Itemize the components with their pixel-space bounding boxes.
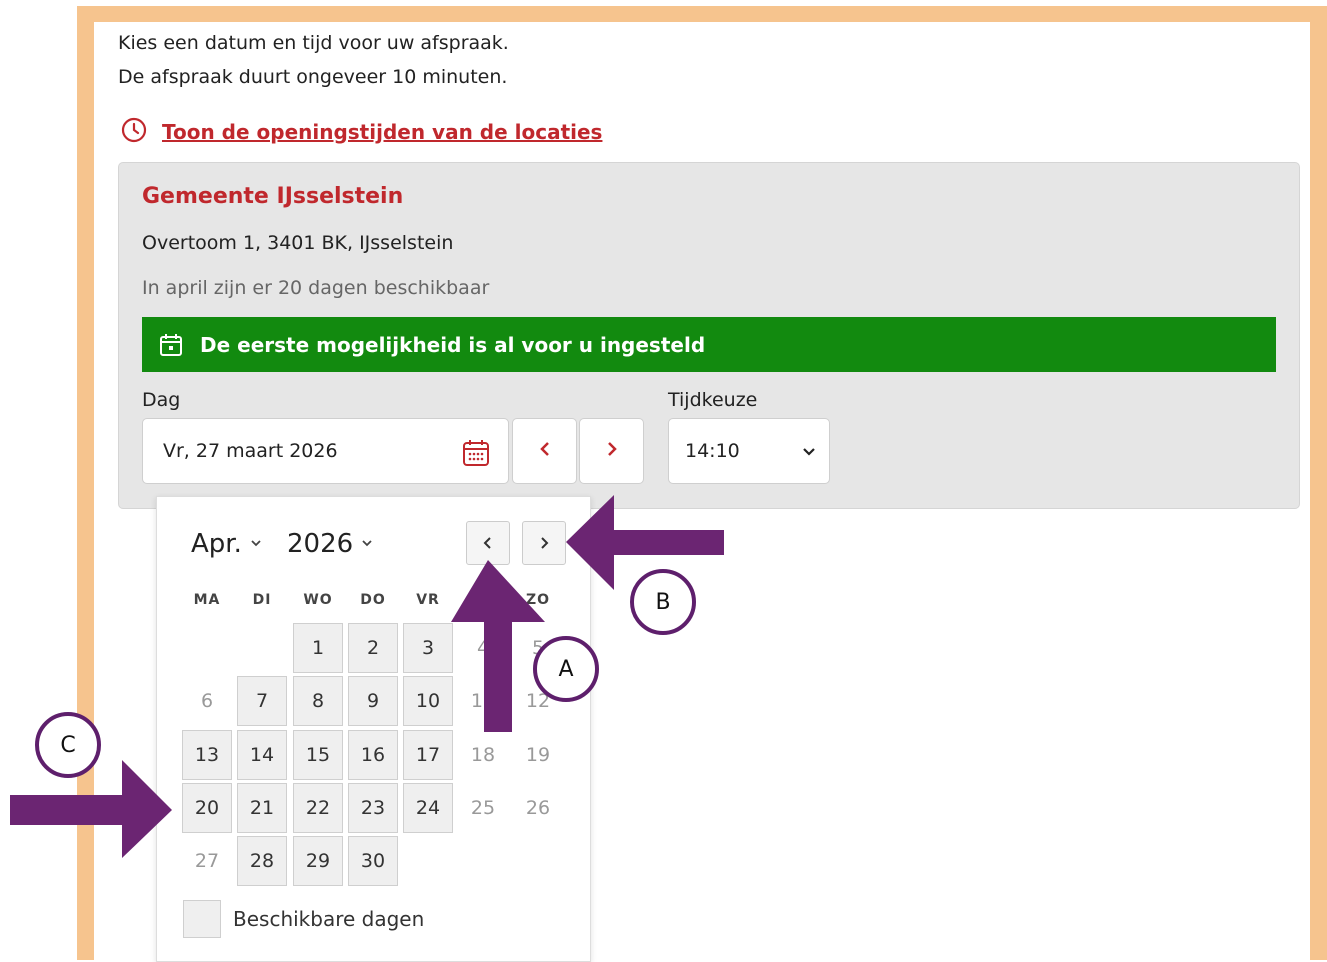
- annotation-label-a: A: [533, 636, 599, 702]
- annotation-arrows: [10, 495, 724, 858]
- arrow-a: [451, 560, 545, 732]
- arrow-c: [10, 760, 172, 858]
- annotation-label-c: C: [35, 712, 101, 778]
- annotation-label-b: B: [630, 569, 696, 635]
